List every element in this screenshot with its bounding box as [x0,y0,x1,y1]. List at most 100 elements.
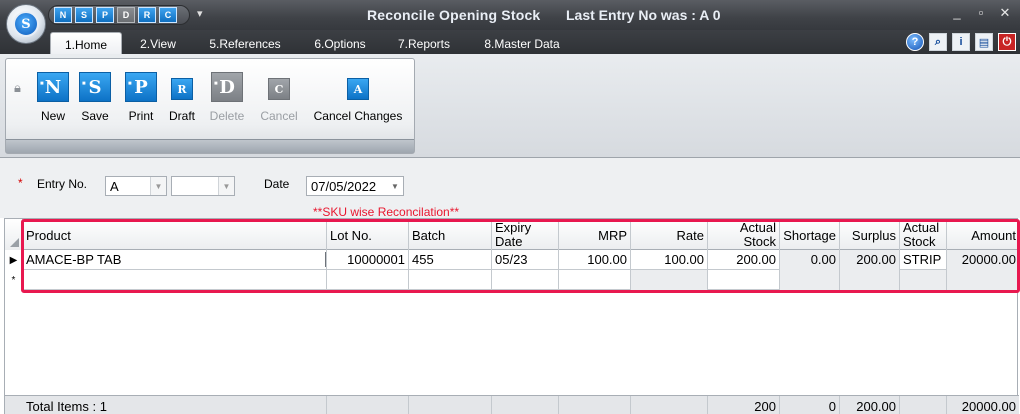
tab-home[interactable]: 1.Home [50,32,122,54]
save-button[interactable]: ■ S Save [78,72,112,123]
search-icon[interactable]: ⌕ [929,33,947,51]
calendar-dropdown-icon[interactable]: ▼ [387,177,403,195]
footer-empty [327,396,409,414]
qat-print-icon[interactable]: P [96,7,114,23]
qat-new-icon[interactable]: N [54,7,72,23]
col-product[interactable]: Product [23,219,327,250]
col-lot-no[interactable]: Lot No. [327,219,409,250]
cancel-button[interactable]: C Cancel [258,72,300,123]
cell-mrp[interactable]: 100.00 [559,250,631,270]
footer-empty [492,396,559,414]
save-icon: ■ S [79,72,111,102]
col-surplus[interactable]: Surplus [840,219,900,250]
ribbon-tabs: 1.Home 2.View 5.References 6.Options 7.R… [0,30,1020,54]
new-row[interactable]: * [5,270,1019,290]
col-rate[interactable]: Rate [631,219,708,250]
entry-number-combo[interactable]: ▼ [171,176,235,196]
help-icon[interactable]: ? [906,33,924,51]
new-row-indicator[interactable]: * [5,270,23,290]
cell-expiry[interactable]: 05/23 [492,250,559,270]
col-shortage[interactable]: Shortage [780,219,840,250]
total-surplus: 200.00 [840,396,900,414]
new-cell-mrp[interactable] [559,270,631,290]
info-icon[interactable]: i [952,33,970,51]
table-row[interactable]: ▶ AMACE-BP TAB ▼ 10000001 455 05/23 100.… [5,250,1019,270]
cell-rate[interactable]: 100.00 [631,250,708,270]
total-amount: 20000.00 [961,399,1016,414]
last-entry-text: Last Entry No was : A 0 [566,7,721,23]
maximize-icon[interactable]: ▫ [972,5,990,20]
grid-corner[interactable] [5,219,23,250]
app-logo-icon: S [13,11,39,37]
qat-save-icon[interactable]: S [75,7,93,23]
product-value: AMACE-BP TAB [26,252,122,267]
print-button[interactable]: ■ P Print [124,72,158,123]
entry-series-value: A [110,179,119,194]
footer-empty [559,396,631,414]
new-cell-actual-stock-unit [900,270,947,290]
col-actual-stock-unit[interactable]: Actual Stock [900,219,947,250]
new-cell-shortage [780,270,840,290]
cell-actual-stock-unit[interactable]: STRIP [900,250,947,270]
cancel-changes-button[interactable]: A Cancel Changes [312,72,404,123]
lock-icon: 🔒︎ [14,80,21,95]
quick-access-toolbar: N S P D R C [48,5,190,25]
exit-icon[interactable]: ⏻ [998,33,1016,51]
col-batch[interactable]: Batch [409,219,492,250]
delete-button[interactable]: ■ D Delete [208,72,246,123]
qat-customize-icon[interactable]: ▾ [197,7,203,20]
new-cell-rate [631,270,708,290]
minimize-icon[interactable]: _ [948,5,966,20]
ribbon-group-footer [6,139,414,153]
tab-options[interactable]: 6.Options [302,32,378,54]
cell-product[interactable]: AMACE-BP TAB ▼ [23,250,327,270]
cell-actual-stock[interactable]: 200.00 [708,250,780,270]
cell-lot-no[interactable]: 10000001 [327,250,409,270]
qat-delete-icon[interactable]: D [117,7,135,23]
col-expiry-date[interactable]: Expiry Date [492,219,559,250]
qat-cancel-icon[interactable]: C [159,7,177,23]
new-cell-actual-stock[interactable] [708,270,780,290]
col-mrp[interactable]: MRP [559,219,631,250]
app-logo[interactable]: S [6,4,46,44]
tab-master-data[interactable]: 8.Master Data [472,32,572,54]
chevron-down-icon[interactable]: ▼ [150,177,166,195]
cell-batch[interactable]: 455 [409,250,492,270]
stock-grid: Product Lot No. Batch Expiry Date MRP Ra… [4,218,1019,414]
col-amount[interactable]: Amount [947,219,1019,250]
grid-footer: Total Items : 1 200 0 200.00 20000.00 [5,395,1019,414]
new-button[interactable]: ■ N New [36,72,70,123]
print-icon: ■ P [125,72,157,102]
cell-shortage: 0.00 [780,250,840,270]
draft-button[interactable]: R Draft [166,72,198,123]
col-actual-stock[interactable]: Actual Stock [708,219,780,250]
current-row-indicator[interactable]: ▶ [5,250,23,270]
cell-surplus: 200.00 [840,250,900,270]
footer-empty [631,396,708,414]
tab-reports[interactable]: 7.Reports [388,32,460,54]
help-toolbar: ? ⌕ i ▤ ⏻ [906,33,1016,51]
draft-icon: R [171,78,193,100]
tab-references[interactable]: 5.References [198,32,292,54]
new-cell-amount [947,270,1019,290]
new-cell-lot-no[interactable] [327,270,409,290]
new-cell-product[interactable] [23,270,327,290]
delete-icon: ■ D [211,72,243,102]
qat-draft-icon[interactable]: R [138,7,156,23]
entry-series-combo[interactable]: A ▼ [105,176,167,196]
document-icon[interactable]: ▤ [975,33,993,51]
new-cell-batch[interactable] [409,270,492,290]
new-cell-expiry[interactable] [492,270,559,290]
total-shortage: 0 [780,396,840,414]
window-title: Reconcile Opening Stock [367,7,541,23]
total-items: Total Items : 1 [23,396,327,414]
close-icon[interactable]: ✕ [996,5,1014,21]
required-marker: * [18,176,23,190]
date-picker[interactable]: 07/05/2022 ▼ [306,176,404,196]
title-bar: N S P D R C ▾ Reconcile Opening Stock La… [0,0,1020,30]
tab-view[interactable]: 2.View [128,32,188,54]
chevron-down-icon[interactable]: ▼ [218,177,234,195]
footer-empty [900,396,947,414]
cancel-icon: C [268,78,290,100]
date-value: 07/05/2022 [311,179,377,194]
